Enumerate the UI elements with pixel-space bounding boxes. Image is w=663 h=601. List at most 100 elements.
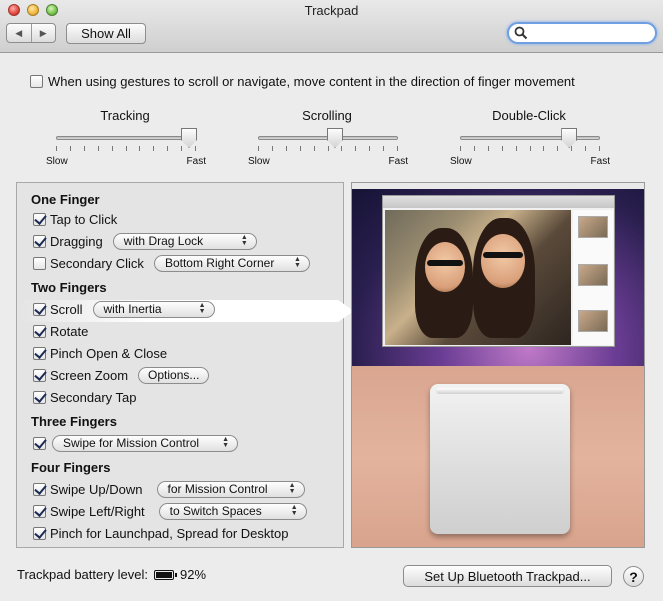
tracking-slider-ticks [56, 146, 196, 152]
slider-tick [369, 146, 371, 151]
tap-to-click-checkbox[interactable] [33, 212, 46, 226]
tracking-slider-max-label: Fast [186, 156, 206, 167]
swipe-left-right-checkbox[interactable] [33, 504, 46, 518]
slider-tick [313, 146, 315, 151]
secondary-click-row[interactable]: Secondary Click Bottom Right Corner ▲ ▼ [33, 254, 310, 272]
tap-to-click-label: Tap to Click [50, 211, 118, 227]
nav-segmented-control: ◀ ▶ [6, 23, 56, 43]
slider-tick [473, 146, 475, 151]
scroll-popup-value: with Inertia [103, 302, 162, 316]
gesture-direction-option[interactable]: When using gestures to scroll or navigat… [30, 72, 640, 90]
battery-status: Trackpad battery level: 92% [17, 567, 206, 582]
dragging-checkbox[interactable] [33, 234, 46, 248]
preview-thumbnail [578, 216, 608, 238]
double-click-slider-label: Double-Click [492, 108, 566, 123]
scroll-row[interactable]: Scroll with Inertia ▲ ▼ [33, 300, 215, 318]
screen-zoom-row[interactable]: Screen Zoom Options... [33, 366, 210, 384]
show-all-button[interactable]: Show All [66, 23, 146, 44]
slider-tick [341, 146, 343, 151]
screen-zoom-options-button[interactable]: Options... [138, 366, 210, 384]
preview-photo-sunglasses-left [427, 260, 463, 266]
search-field[interactable] [507, 22, 657, 44]
swipe-up-down-checkbox[interactable] [33, 482, 46, 496]
help-button[interactable]: ? [623, 566, 644, 587]
swipe-left-right-row[interactable]: Swipe Left/Right to Switch Spaces ▲ ▼ [33, 502, 307, 520]
back-icon[interactable]: ◀ [7, 24, 32, 42]
gesture-direction-label: When using gestures to scroll or navigat… [48, 73, 575, 89]
popup-arrows-icon: ▲ ▼ [294, 256, 301, 269]
dragging-row[interactable]: Dragging with Drag Lock ▲ ▼ [33, 232, 257, 250]
preview-photo [385, 210, 571, 345]
slider-tick [69, 146, 71, 151]
slider-tick [271, 146, 273, 151]
rotate-row[interactable]: Rotate [33, 322, 88, 340]
secondary-click-checkbox[interactable] [33, 256, 46, 270]
popup-arrows-icon: ▲ ▼ [198, 302, 206, 315]
scrolling-slider[interactable]: Scrolling Slow Fast [248, 108, 408, 168]
tap-to-click-row[interactable]: Tap to Click [33, 210, 117, 228]
scroll-popup[interactable]: with Inertia ▲ ▼ [92, 300, 215, 318]
slider-tick [529, 146, 531, 151]
secondary-click-popup[interactable]: Bottom Right Corner ▲ ▼ [153, 254, 310, 272]
battery-label: Trackpad battery level: [17, 567, 149, 582]
secondary-tap-checkbox[interactable] [33, 390, 46, 404]
three-finger-swipe-row[interactable]: Swipe for Mission Control ▲ ▼ [33, 434, 238, 452]
forward-icon[interactable]: ▶ [32, 24, 56, 42]
popup-arrows-icon: ▲ ▼ [288, 482, 296, 495]
window-title: Trackpad [304, 3, 359, 18]
gesture-list-panel: One Finger Tap to Click Dragging with Dr… [16, 182, 354, 548]
scrolling-slider-min-label: Slow [248, 156, 270, 167]
search-input[interactable] [531, 26, 651, 40]
dragging-popup[interactable]: with Drag Lock ▲ ▼ [112, 232, 257, 250]
gesture-direction-checkbox[interactable] [30, 74, 43, 88]
slider-tick [258, 146, 259, 151]
popup-arrows-icon: ▲ ▼ [240, 234, 248, 247]
pinch-launchpad-label: Pinch for Launchpad, Spread for Desktop [50, 525, 289, 541]
slider-tick [195, 146, 196, 151]
slider-tick [285, 146, 287, 151]
tracking-slider-knob[interactable] [181, 128, 197, 148]
slider-tick [460, 146, 461, 151]
rotate-label: Rotate [50, 323, 89, 339]
setup-bluetooth-trackpad-button[interactable]: Set Up Bluetooth Trackpad... [403, 565, 612, 587]
preview-photo-face-right [481, 234, 525, 288]
slider-tick [111, 146, 113, 151]
rotate-checkbox[interactable] [33, 324, 46, 338]
pinch-row[interactable]: Pinch Open & Close [33, 344, 167, 362]
slider-tick [515, 146, 517, 151]
secondary-tap-row[interactable]: Secondary Tap [33, 388, 137, 406]
scroll-checkbox[interactable] [33, 302, 46, 316]
pinch-launchpad-row[interactable]: Pinch for Launchpad, Spread for Desktop [33, 524, 288, 542]
dragging-popup-value: with Drag Lock [123, 234, 204, 248]
scrolling-slider-label: Scrolling [302, 108, 352, 123]
three-finger-swipe-checkbox[interactable] [33, 436, 46, 450]
slider-tick [383, 146, 385, 151]
scrolling-slider-knob[interactable] [327, 128, 343, 148]
search-icon [514, 26, 528, 40]
tracking-slider-label: Tracking [100, 108, 150, 123]
preview-desk [352, 366, 644, 547]
slider-tick [139, 146, 141, 151]
popup-arrows-icon: ▲ ▼ [290, 504, 298, 517]
secondary-click-popup-value: Bottom Right Corner [164, 256, 275, 270]
double-click-slider-track[interactable] [460, 136, 600, 140]
double-click-slider[interactable]: Double-Click Slow Fast [450, 108, 610, 168]
screen-zoom-checkbox[interactable] [33, 368, 46, 382]
tracking-slider-track[interactable] [56, 136, 196, 140]
section-three-fingers: Three Fingers [31, 414, 117, 429]
swipe-left-right-popup[interactable]: to Switch Spaces ▲ ▼ [158, 502, 307, 520]
slider-tick [599, 146, 600, 151]
tracking-slider[interactable]: Tracking Slow Fast [46, 108, 206, 168]
preview-photo-face-left [425, 242, 465, 292]
screen-zoom-label: Screen Zoom [50, 367, 129, 383]
preview-thumbnail [578, 310, 608, 332]
slider-tick [585, 146, 587, 151]
swipe-up-down-row[interactable]: Swipe Up/Down for Mission Control ▲ ▼ [33, 480, 305, 498]
three-finger-swipe-popup[interactable]: Swipe for Mission Control ▲ ▼ [52, 434, 238, 452]
swipe-up-down-popup[interactable]: for Mission Control ▲ ▼ [156, 480, 305, 498]
pinch-launchpad-checkbox[interactable] [33, 526, 46, 540]
pinch-checkbox[interactable] [33, 346, 46, 360]
swipe-left-right-popup-value: to Switch Spaces [169, 504, 262, 518]
preview-app-titlebar [383, 196, 614, 208]
double-click-slider-knob[interactable] [561, 128, 578, 148]
